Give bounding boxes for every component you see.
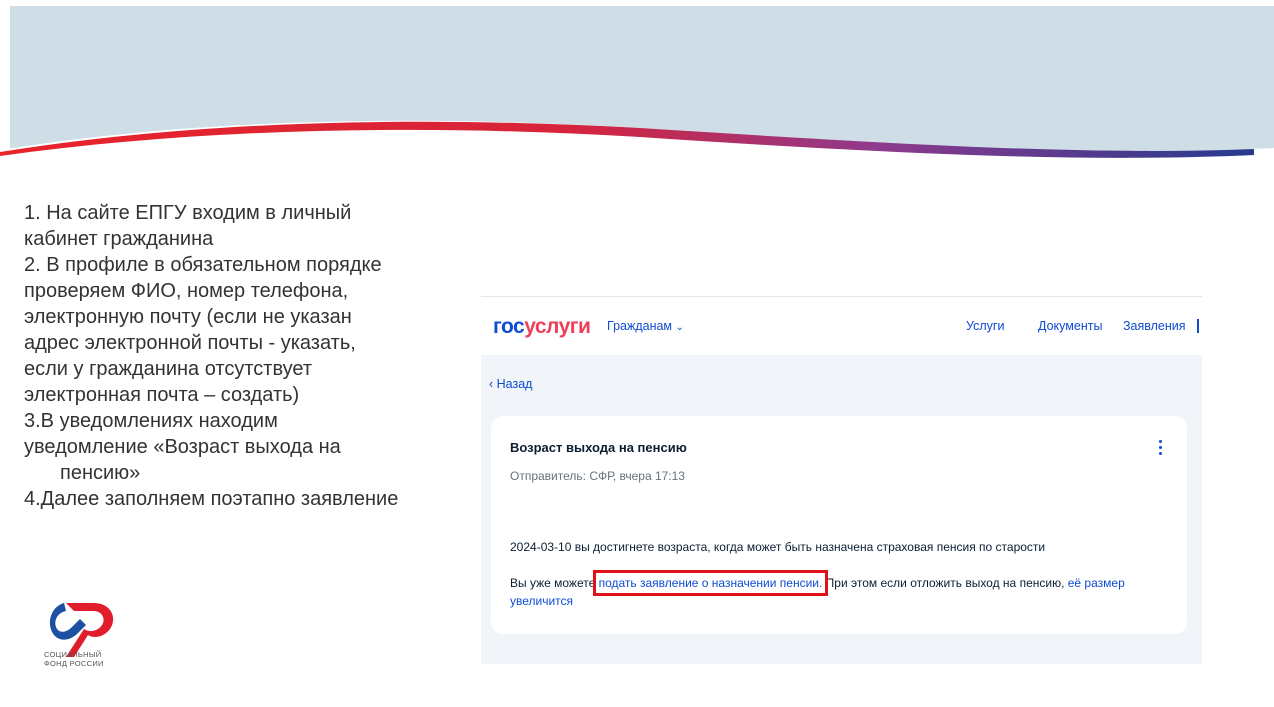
- notification-action-text: Вы уже можете подать заявление о назначе…: [510, 570, 1170, 610]
- gosuslugi-logo[interactable]: госуслуги: [493, 315, 591, 339]
- gosuslugi-screenshot: госуслуги Гражданам ⌄ Услуги Документы З…: [481, 296, 1202, 664]
- notification-sender: Отправитель: СФР, вчера 17:13: [510, 469, 685, 483]
- chevron-down-icon: ⌄: [675, 322, 684, 333]
- citizens-menu-label: Гражданам: [607, 319, 673, 333]
- citizens-menu[interactable]: Гражданам ⌄: [607, 319, 684, 333]
- step-2: 2. В профиле в обязательном порядке пров…: [24, 254, 382, 406]
- step-3: 3.В уведомлениях находим уведомление «Во…: [24, 410, 341, 458]
- step-1: 1. На сайте ЕПГУ входим в личный кабинет…: [24, 202, 352, 250]
- action-text-prefix: Вы уже можете: [510, 576, 599, 590]
- step-4: 4.Далее заполняем поэтапно заявление: [24, 488, 399, 510]
- notification-card: Возраст выхода на пенсию Отправитель: СФ…: [491, 416, 1187, 634]
- notification-message: 2024-03-10 вы достигнете возраста, когда…: [510, 540, 1046, 554]
- brand-part-1: гос: [493, 315, 525, 338]
- nav-applications[interactable]: Заявления: [1123, 319, 1186, 333]
- step-3-continued: пенсию»: [60, 462, 141, 484]
- site-header: госуслуги Гражданам ⌄ Услуги Документы З…: [481, 296, 1202, 355]
- back-link[interactable]: ‹ Назад: [489, 377, 532, 391]
- logo-line-1: СОЦИАЛЬНЫЙ: [44, 650, 102, 659]
- header-banner: [0, 6, 1274, 200]
- nav-documents[interactable]: Документы: [1038, 319, 1102, 333]
- action-text-middle: При этом если отложить выход на пенсию,: [822, 576, 1068, 590]
- nav-services[interactable]: Услуги: [966, 319, 1004, 333]
- apply-pension-link[interactable]: подать заявление о назначении пенсии.: [592, 570, 829, 596]
- nav-overflow-divider: [1197, 319, 1199, 333]
- notification-title: Возраст выхода на пенсию: [510, 440, 687, 455]
- brand-part-2: услуги: [524, 315, 591, 338]
- kebab-menu-icon[interactable]: [1155, 440, 1165, 458]
- logo-caption: СОЦИАЛЬНЫЙ ФОНД РОССИИ: [44, 650, 104, 668]
- instruction-steps: 1. На сайте ЕПГУ входим в личный кабинет…: [24, 200, 484, 512]
- logo-line-2: ФОНД РОССИИ: [44, 659, 104, 668]
